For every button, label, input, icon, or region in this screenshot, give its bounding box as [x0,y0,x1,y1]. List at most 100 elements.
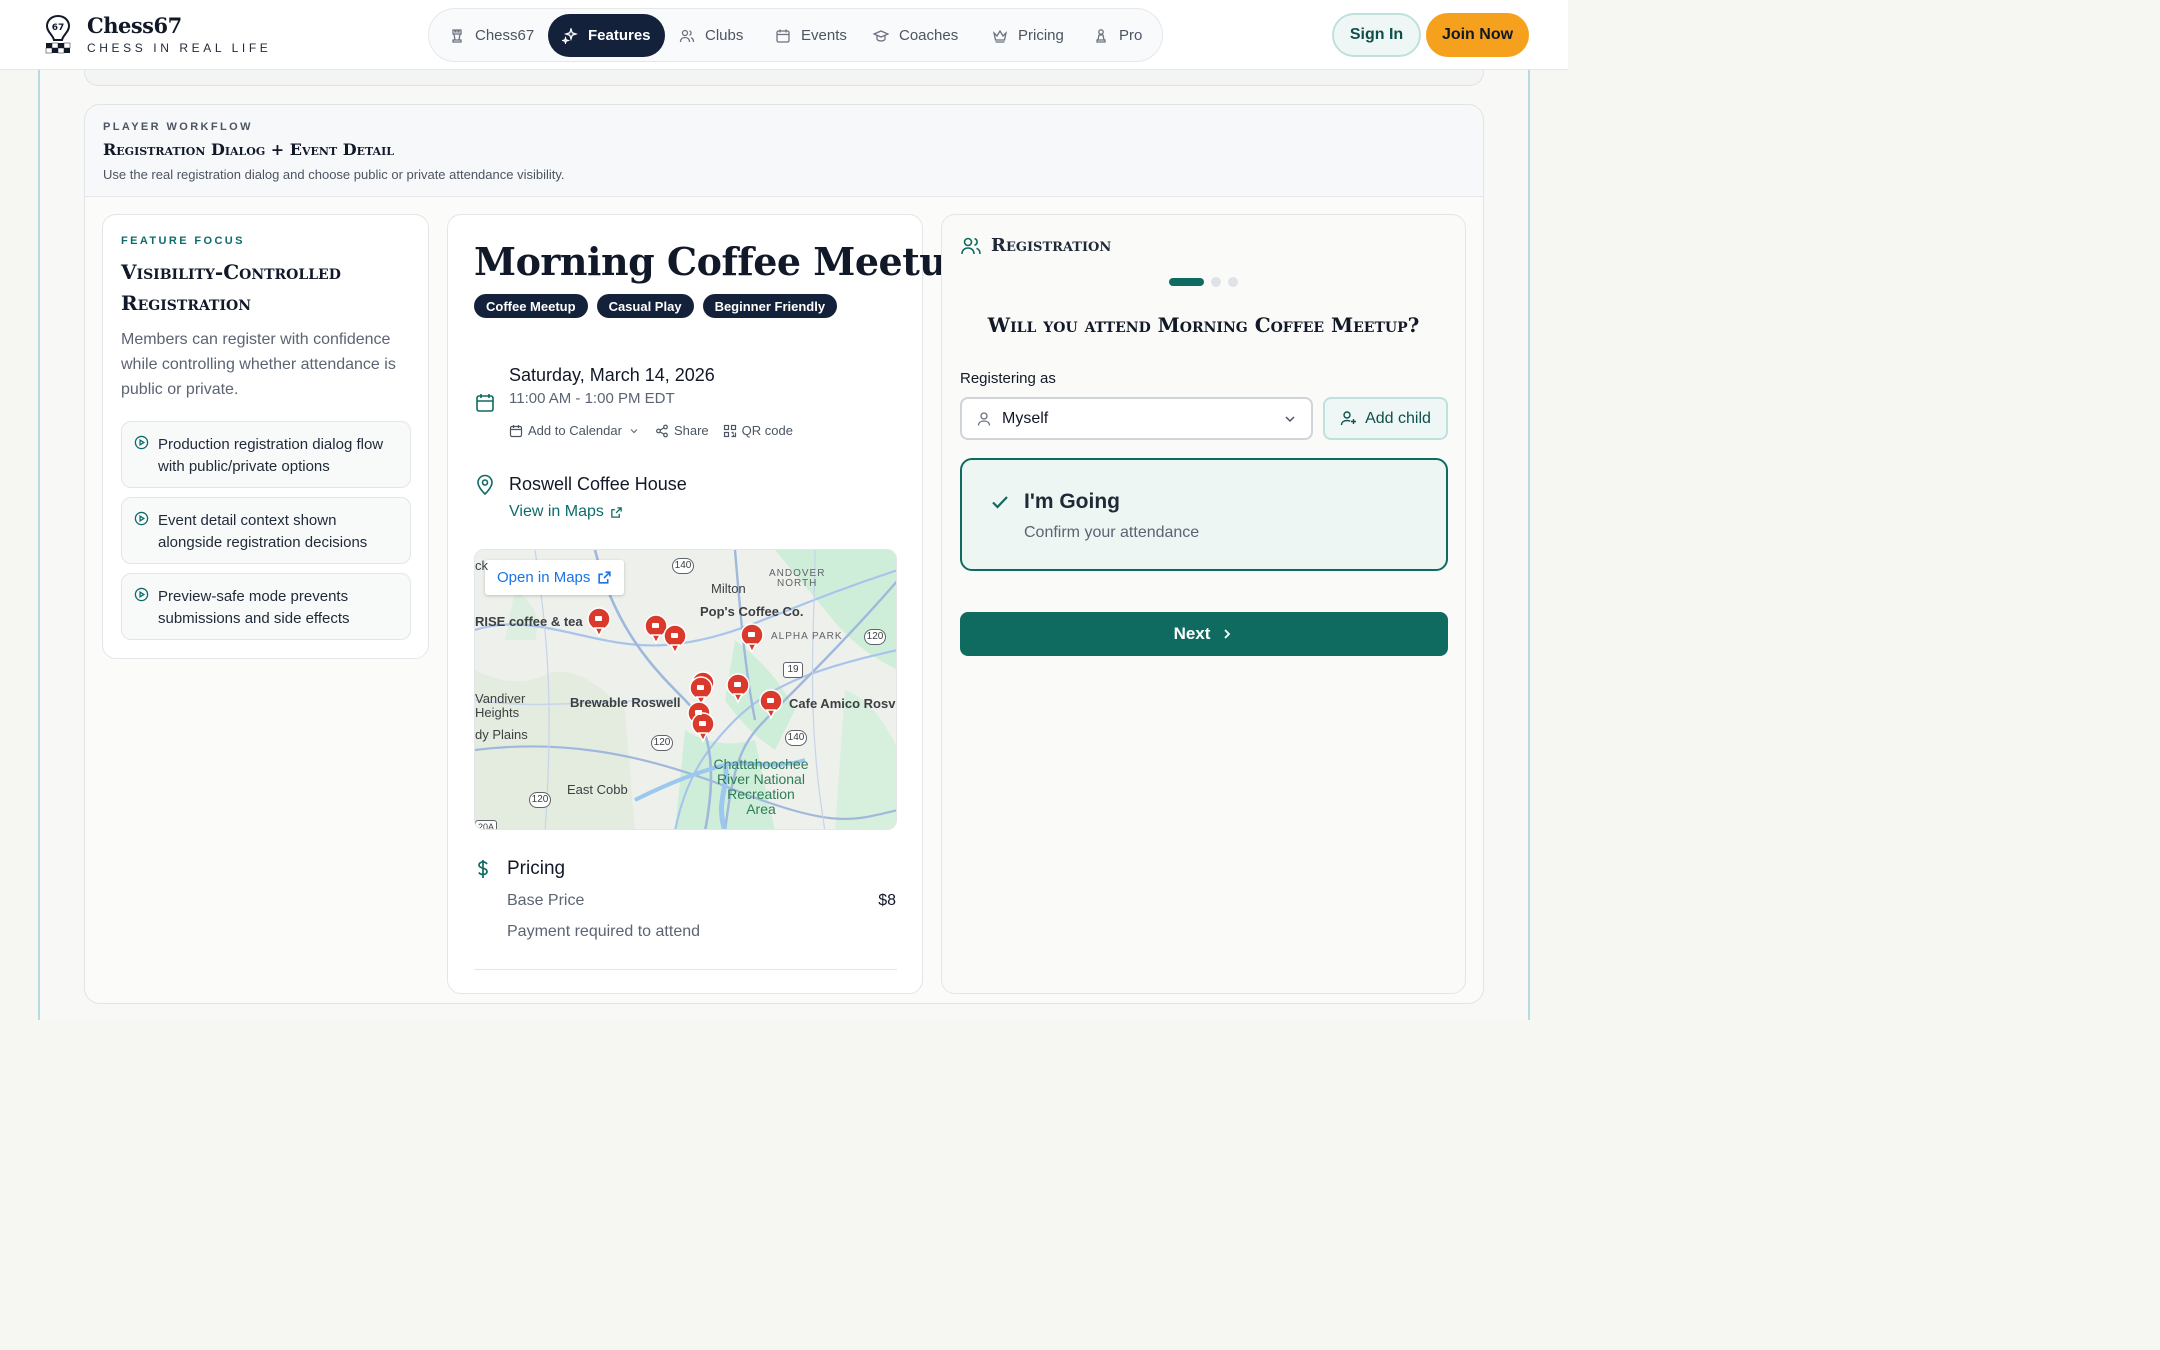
chess67-logo-icon[interactable]: 67 [42,14,74,54]
chevron-right-icon [1224,629,1231,639]
going-title: I'm Going [1024,490,1120,513]
graduation-cap-icon [873,29,889,42]
nav-item-pro[interactable]: Pro [1079,14,1156,57]
section-header: PLAYER WORKFLOW Registration Dialog + Ev… [85,105,1483,197]
add-child-label: Add child [1365,409,1431,427]
section-title: Registration Dialog + Event Detail [103,140,394,159]
play-circle-icon [134,511,149,526]
focus-eyebrow: FEATURE FOCUS [121,235,245,247]
nav-label: Coaches [899,27,959,44]
nav-item-events[interactable]: Events [761,14,861,57]
next-button[interactable]: Next [960,612,1448,656]
pricing-title: Pricing [507,858,566,879]
base-price-label: Base Price [507,892,585,909]
step-dot [1211,277,1221,287]
chevron-down-icon [1285,416,1295,423]
focus-title: Visibility-Controlled Registration [121,260,341,315]
nav-label: Features [588,27,651,44]
user-icon [977,411,991,426]
next-label: Next [1173,624,1211,643]
event-map[interactable]: Open in Maps ck Milton ANDOVER NORTH Pop… [474,549,897,830]
focus-bullet: Event detail context shown alongside reg… [121,497,411,564]
coffee-pin-icon[interactable] [726,673,750,704]
play-circle-icon [134,587,149,602]
nav-item-coaches[interactable]: Coaches [859,14,972,57]
event-tag: Beginner Friendly [702,294,838,318]
event-tag: Coffee Meetup [474,294,588,318]
event-time: 11:00 AM - 1:00 PM EDT [509,390,675,407]
base-price-value: $8 [878,892,896,909]
nav-item-pricing[interactable]: Pricing [978,14,1078,57]
sign-in-button[interactable]: Sign In [1332,13,1421,57]
bullet-text: Production registration dialog flow with… [158,436,384,475]
step-indicator [1169,277,1238,287]
event-detail-card: Morning Coffee Meetup Coffee Meetup Casu… [447,214,973,994]
focus-description: Members can register with confidence whi… [121,331,396,398]
join-now-button[interactable]: Join Now [1426,13,1529,57]
going-option-card[interactable]: I'm Going Confirm your attendance [960,458,1448,571]
share-button[interactable]: Share [655,423,709,438]
section-eyebrow: PLAYER WORKFLOW [103,121,253,133]
qr-code-button[interactable]: QR code [723,423,793,438]
nav-label: Events [801,27,847,44]
coffee-pin-icon[interactable] [587,607,611,638]
add-child-button[interactable]: Add child [1323,397,1448,440]
registering-as-value: Myself [1002,409,1049,427]
coffee-pin-icon[interactable] [740,623,764,654]
calendar-icon [776,29,790,43]
top-navigation-bar: 67 Chess67 CHESS IN REAL LIFE Chess67 Fe… [0,0,1568,70]
rook-icon [452,28,462,43]
step-dot [1228,277,1238,287]
svg-text:67: 67 [52,23,65,33]
dollar-icon [478,860,488,878]
focus-bullet: Production registration dialog flow with… [121,421,411,488]
coffee-pin-icon[interactable] [663,624,687,655]
brand-tagline: CHESS IN REAL LIFE [87,41,272,55]
add-to-calendar-label: Add to Calendar [528,423,622,438]
main-nav: Chess67 Features Clubs Events Coaches Pr… [428,8,1163,62]
registering-as-label: Registering as [960,370,1056,387]
add-to-calendar-button[interactable]: Add to Calendar [509,423,641,438]
event-date: Saturday, March 14, 2026 [509,365,715,385]
registration-title: Registration [991,235,1112,256]
user-plus-icon [1340,411,1357,426]
registration-dialog: Registration Will you attend Morning Cof… [941,214,1466,994]
view-in-maps-label: View in Maps [509,503,604,520]
brand-name[interactable]: Chess67 [87,13,182,38]
play-circle-icon [134,435,149,450]
view-in-maps-link[interactable]: View in Maps [509,503,623,521]
feature-focus-card: FEATURE FOCUS Visibility-Controlled Regi… [102,214,429,659]
bullet-text: Preview-safe mode prevents submissions a… [158,588,350,627]
nav-label: Chess67 [475,27,535,44]
coffee-pin-icon[interactable] [759,689,783,720]
map-pin-icon [477,474,493,496]
nav-label: Pricing [1018,27,1064,44]
nav-label: Clubs [705,27,744,44]
registering-as-select[interactable]: Myself [960,397,1313,440]
coffee-pin-icon[interactable] [689,676,713,707]
nav-item-features[interactable]: Features [548,14,665,57]
step-dot-active [1169,278,1204,286]
qr-code-icon [723,424,736,437]
share-label: Share [673,423,709,438]
event-title: Morning Coffee Meetup [474,239,973,284]
event-tags: Coffee Meetup Casual Play Beginner Frien… [474,294,838,318]
nav-item-clubs[interactable]: Clubs [665,14,757,57]
map-pins [587,607,783,743]
nav-item-chess67[interactable]: Chess67 [435,14,548,57]
users-icon [679,29,695,42]
sparkle-icon [562,27,578,44]
chevron-down-icon [630,428,638,433]
event-tag: Casual Play [596,294,694,318]
bullet-text: Event detail context shown alongside reg… [158,512,368,551]
focus-bullet: Preview-safe mode prevents submissions a… [121,573,411,640]
users-icon [961,237,981,255]
divider [474,969,897,970]
check-icon [992,496,1008,509]
payment-note: Payment required to attend [507,923,701,940]
registration-question: Will you attend Morning Coffee Meetup? [987,313,1420,337]
section-description: Use the real registration dialog and cho… [103,167,565,182]
going-subtitle: Confirm your attendance [1024,524,1200,541]
coffee-pin-icon[interactable] [691,712,715,743]
calendar-icon [476,394,494,412]
